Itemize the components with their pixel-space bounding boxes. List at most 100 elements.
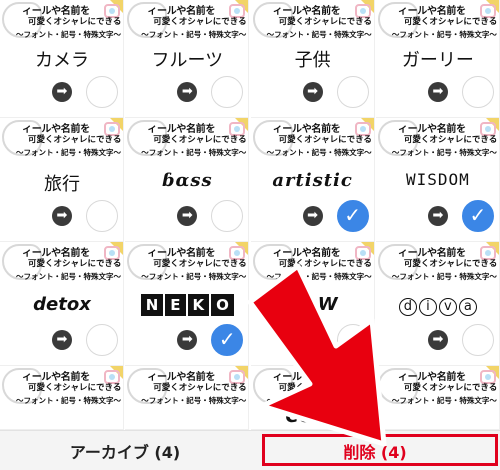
arrow-right-circle-icon[interactable]: ➡ xyxy=(177,330,198,350)
select-checkbox[interactable] xyxy=(211,76,244,108)
archive-button[interactable]: アーカイブ (4) xyxy=(0,431,250,470)
bottom-action-bar: アーカイブ (4) 削除 (4) xyxy=(0,430,500,470)
card-word: NEKO xyxy=(125,294,248,316)
card-thumbnail: ィールや名前を 可愛くオシャレにできる 〜フォント・記号・特殊文字〜 xyxy=(377,120,498,158)
arrow-right-circle-icon[interactable]: ➡ xyxy=(302,82,323,102)
thumbnail-line3: 〜フォント・記号・特殊文字〜 xyxy=(266,272,372,281)
card-word: detox xyxy=(33,294,91,315)
thumbnail-line2: 可愛くオシャレにできる xyxy=(403,383,498,393)
card-bass[interactable]: ィールや名前を 可愛くオシャレにできる 〜フォント・記号・特殊文字〜 ɓαss ➡ xyxy=(125,118,250,242)
check-icon: ✓ xyxy=(218,327,236,351)
arrow-right-circle-icon[interactable]: ➡ xyxy=(302,330,323,350)
card-thumbnail: ィールや名前を 可愛くオシャレにできる 〜フォント・記号・特殊文字〜 xyxy=(2,120,121,158)
card-kamera[interactable]: ィールや名前を 可愛くオシャレにできる 〜フォント・記号・特殊文字〜 カメラ ➡ xyxy=(0,0,124,118)
card-word: フルーツ xyxy=(151,50,224,71)
card-word: 子供 xyxy=(294,50,331,71)
card-word: COVE xyxy=(285,406,340,427)
thumbnail-line2: 可愛くオシャレにできる xyxy=(28,259,122,269)
card-diva[interactable]: ィールや名前を 可愛くオシャレにできる 〜フォント・記号・特殊文字〜 d i v a ➡ xyxy=(375,242,500,366)
thumbnail-line3: 〜フォント・記号・特殊文字〜 xyxy=(141,272,247,281)
card-word: カメラ xyxy=(35,50,89,71)
card-word: ガーリー xyxy=(401,50,474,71)
select-checkbox[interactable] xyxy=(336,76,369,108)
card-word-letter: E xyxy=(165,294,186,316)
arrow-right-circle-icon[interactable]: ➡ xyxy=(52,206,72,226)
archive-label: アーカイブ (4) xyxy=(69,443,181,462)
select-checkbox[interactable] xyxy=(86,200,118,232)
card-thumbnail: ィールや名前を 可愛くオシャレにできる 〜フォント・記号・特殊文字〜 xyxy=(377,2,497,40)
card-detox[interactable]: ィールや名前を 可愛くオシャレにできる 〜フォント・記号・特殊文字〜 detox ➡ xyxy=(0,242,124,366)
thumbnail-line3: 〜フォント・記号・特殊文字〜 xyxy=(266,396,372,405)
thumbnail-line3: 〜フォント・記号・特殊文字〜 xyxy=(391,30,497,39)
card-thumbnail: ィールや名前を 可愛くオシャレにできる 〜フォント・記号・特殊文字〜 xyxy=(252,120,372,158)
arrow-right-circle-icon[interactable]: ➡ xyxy=(52,330,72,350)
select-checkbox-checked[interactable]: ✓ xyxy=(336,200,369,232)
thumbnail-line3: 〜フォント・記号・特殊文字〜 xyxy=(266,148,372,157)
thumbnail-line2: 可愛くオシャレにできる xyxy=(28,17,122,27)
card-dow[interactable]: ィールや名前を 可愛くオシャレにできる 〜フォント・記号・特殊文字〜 DOW ➡ xyxy=(250,242,375,366)
check-icon: ✓ xyxy=(469,203,487,227)
delete-highlight-box xyxy=(262,434,498,466)
thumbnail-line2: 可愛くオシャレにできる xyxy=(153,383,247,393)
card-thumbnail: ィールや名前を 可愛くオシャレにできる 〜フォント・記号・特殊文字〜 xyxy=(127,244,247,282)
select-checkbox-checked[interactable]: ✓ xyxy=(211,324,244,356)
thumbnail-line2: 可愛くオシャレにできる xyxy=(278,383,372,393)
select-checkbox[interactable] xyxy=(211,200,244,232)
arrow-right-circle-icon[interactable]: ➡ xyxy=(427,82,448,102)
card-r4-1[interactable]: ィールや名前を 可愛くオシャレにできる 〜フォント・記号・特殊文字〜 xyxy=(0,366,124,430)
thumbnail-line2: 可愛くオシャレにできる xyxy=(403,135,498,145)
arrow-right-circle-icon[interactable]: ➡ xyxy=(427,206,448,226)
thumbnail-line3: 〜フォント・記号・特殊文字〜 xyxy=(16,148,121,157)
card-thumbnail: ィールや名前を 可愛くオシャレにできる 〜フォント・記号・特殊文字〜 xyxy=(2,2,122,40)
thumbnail-line2: 可愛くオシャレにできる xyxy=(278,259,372,269)
thumbnail-line2: 可愛くオシャレにできる xyxy=(28,383,122,393)
card-furutsu[interactable]: ィールや名前を 可愛くオシャレにできる 〜フォント・記号・特殊文字〜フルーツ ➡ xyxy=(125,0,250,118)
thumbnail-line3: 〜フォント・記号・特殊文字〜 xyxy=(391,396,497,405)
card-word-letter: v xyxy=(438,298,457,316)
thumbnail-line3: 〜フォント・記号・特殊文字〜 xyxy=(391,148,497,157)
card-word: diva xyxy=(376,294,499,316)
card-thumbnail: ィールや名前を 可愛くオシャレにできる 〜フォント・記号・特殊文字〜 xyxy=(2,368,122,406)
card-r4-3[interactable]: ィールや名前を 可愛くオシャレにできる 〜フォント・記号・特殊文字〜 COVE xyxy=(250,366,375,430)
card-word-letter: d xyxy=(398,298,417,316)
card-word: 旅行 xyxy=(44,174,80,195)
card-word: ɓαss xyxy=(161,170,213,191)
arrow-right-circle-icon[interactable]: ➡ xyxy=(427,330,448,350)
select-checkbox[interactable] xyxy=(461,76,494,108)
card-thumbnail: ィールや名前を 可愛くオシャレにできる 〜フォント・記号・特殊文字〜 xyxy=(252,244,372,282)
select-checkbox[interactable] xyxy=(336,324,369,356)
card-thumbnail: ィールや名前を 可愛くオシャレにできる 〜フォント・記号・特殊文字〜 xyxy=(127,2,247,40)
card-wisdom[interactable]: ィールや名前を 可愛くオシャレにできる 〜フォント・記号・特殊文字〜 WISDOM ➡ ✓ xyxy=(375,118,500,242)
arrow-right-circle-icon[interactable]: ➡ xyxy=(52,82,72,102)
card-neko[interactable]: ィールや名前を 可愛くオシャレにできる 〜フォント・記号・特殊文字〜 N E K O ➡ ✓ xyxy=(125,242,250,366)
thumbnail-line3: 〜フォント・記号・特殊文字〜 xyxy=(141,148,247,157)
thumbnail-line3: 〜フォント・記号・特殊文字〜 xyxy=(16,30,121,39)
card-thumbnail: ィールや名前を 可愛くオシャレにできる 〜フォント・記号・特殊文字〜 xyxy=(377,368,498,406)
card-artistic[interactable]: ィールや名前を 可愛くオシャレにできる 〜フォント・記号・特殊文字〜 artistic… xyxy=(250,118,375,242)
card-r4-2[interactable]: ィールや名前を 可愛くオシャレにできる 〜フォント・記号・特殊文字〜 xyxy=(125,366,250,430)
card-ryokou[interactable]: ィールや名前を 可愛くオシャレにできる 〜フォント・記号・特殊文字〜旅行 ➡ xyxy=(0,118,124,242)
card-word: artistic xyxy=(272,170,353,191)
card-word-letter: i xyxy=(418,298,437,316)
card-thumbnail: ィールや名前を 可愛くオシャレにできる 〜フォント・記号・特殊文字〜 xyxy=(127,120,247,158)
card-garii[interactable]: ィールや名前を 可愛くオシャレにできる 〜フォント・記号・特殊文字〜ガーリー ➡ xyxy=(375,0,500,118)
thumbnail-line2: 可愛くオシャレにできる xyxy=(153,259,247,269)
arrow-right-circle-icon[interactable]: ➡ xyxy=(302,206,323,226)
card-thumbnail: ィールや名前を 可愛くオシャレにできる 〜フォント・記号・特殊文字〜 xyxy=(252,2,372,40)
thumbnail-line3: 〜フォント・記号・特殊文字〜 xyxy=(141,30,247,39)
arrow-right-circle-icon[interactable]: ➡ xyxy=(177,82,198,102)
thumbnail-line2: 可愛くオシャレにできる xyxy=(153,135,247,145)
select-checkbox[interactable] xyxy=(86,324,118,356)
thumbnail-line3: 〜フォント・記号・特殊文字〜 xyxy=(266,30,372,39)
select-checkbox[interactable] xyxy=(461,324,494,356)
select-checkbox-checked[interactable]: ✓ xyxy=(461,200,494,232)
card-word-letter: a xyxy=(458,298,477,316)
card-word: DOW xyxy=(287,294,338,315)
select-checkbox[interactable] xyxy=(86,76,118,108)
card-word-letter: N xyxy=(140,294,164,316)
delete-button[interactable]: 削除 (4) xyxy=(250,431,500,470)
card-r4-4[interactable]: ィールや名前を 可愛くオシャレにできる 〜フォント・記号・特殊文字〜 xyxy=(375,366,500,430)
arrow-right-circle-icon[interactable]: ➡ xyxy=(177,206,198,226)
card-kodomo[interactable]: ィールや名前を 可愛くオシャレにできる 〜フォント・記号・特殊文字〜子供 ➡ xyxy=(250,0,375,118)
card-thumbnail: ィールや名前を 可愛くオシャレにできる 〜フォント・記号・特殊文字〜 xyxy=(2,244,122,282)
